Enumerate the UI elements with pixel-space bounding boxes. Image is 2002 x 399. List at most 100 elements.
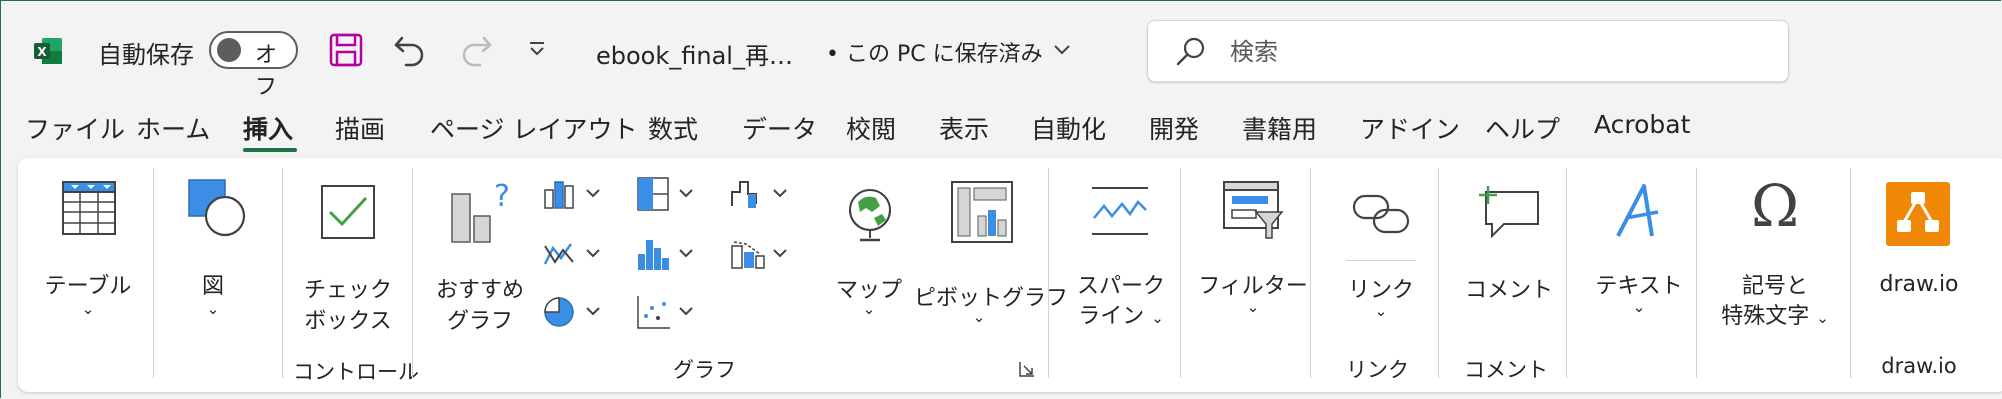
search-icon bbox=[1176, 37, 1205, 66]
filter-label: フィルター bbox=[1198, 274, 1308, 299]
tab-formulas[interactable]: 数式 bbox=[648, 110, 698, 146]
text-button[interactable]: テキスト ⌄ bbox=[1584, 170, 1694, 320]
file-name[interactable]: ebook_final_再… bbox=[596, 36, 793, 71]
tab-books[interactable]: 書籍用 bbox=[1242, 110, 1317, 146]
shapes-icon bbox=[188, 179, 246, 237]
autosave-label: 自動保存 bbox=[98, 41, 194, 69]
recommended-label-2: グラフ bbox=[446, 309, 513, 334]
slicer-icon bbox=[1223, 181, 1284, 239]
comment-label: コメント bbox=[1464, 278, 1553, 303]
redo-icon[interactable] bbox=[458, 32, 494, 68]
tab-addins[interactable]: アドイン bbox=[1360, 110, 1460, 146]
table-label: テーブル bbox=[44, 274, 132, 299]
recommended-charts-icon: ? bbox=[451, 180, 510, 243]
chevron-down-icon: ⌄ bbox=[1374, 302, 1388, 320]
combo-chart-button[interactable] bbox=[730, 236, 810, 276]
line-chart-button[interactable] bbox=[543, 236, 623, 276]
tab-page-layout[interactable]: ページ レイアウト bbox=[430, 110, 637, 146]
group-label-link: リンク bbox=[1346, 358, 1409, 382]
map-chart-button[interactable]: マップ ⌄ bbox=[824, 170, 914, 330]
tab-view[interactable]: 表示 bbox=[939, 110, 989, 146]
scatter-chart-button[interactable] bbox=[636, 294, 716, 334]
tab-file[interactable]: ファイル bbox=[25, 110, 125, 146]
excel-icon: X bbox=[34, 38, 62, 64]
chevron-down-icon: ⌄ bbox=[862, 300, 876, 318]
save-icon[interactable] bbox=[328, 32, 364, 68]
chevron-down-icon: ⌄ bbox=[1816, 309, 1829, 327]
dialog-launcher-icon[interactable] bbox=[1018, 360, 1036, 378]
tab-help[interactable]: ヘルプ bbox=[1485, 110, 1560, 146]
symbols-label-2: 特殊文字 ⌄ bbox=[1710, 298, 1840, 330]
treemap-icon bbox=[637, 177, 693, 211]
tab-data[interactable]: データ bbox=[742, 110, 817, 146]
comment-icon bbox=[1479, 186, 1539, 239]
svg-text:X: X bbox=[37, 45, 47, 59]
pie-chart-button[interactable] bbox=[543, 294, 623, 334]
link-divider bbox=[1346, 260, 1416, 261]
table-icon bbox=[62, 181, 116, 235]
group-separator bbox=[1048, 168, 1049, 378]
hierarchy-chart-button[interactable] bbox=[636, 176, 716, 216]
tab-automate[interactable]: 自動化 bbox=[1031, 110, 1106, 146]
symbols-label-text: 特殊文字 bbox=[1721, 304, 1810, 329]
tab-review[interactable]: 校閲 bbox=[846, 110, 896, 146]
chevron-down-icon: ⌄ bbox=[1632, 298, 1646, 316]
tab-home[interactable]: ホーム bbox=[136, 110, 210, 146]
symbols-button[interactable]: Ω 記号と 特殊文字 ⌄ bbox=[1710, 170, 1840, 330]
recommended-charts-button[interactable]: ? おすすめ グラフ bbox=[430, 170, 530, 334]
save-status[interactable]: • この PC に保存済み bbox=[826, 36, 1043, 68]
group-separator bbox=[1310, 168, 1311, 378]
chevron-down-icon: ⌄ bbox=[972, 308, 986, 326]
group-separator bbox=[412, 168, 413, 378]
chevron-down-icon: ⌄ bbox=[81, 300, 95, 318]
text-label: テキスト bbox=[1595, 274, 1683, 299]
group-separator bbox=[1696, 168, 1697, 378]
table-button[interactable]: テーブル ⌄ bbox=[38, 170, 138, 320]
checkbox-label-2: ボックス bbox=[304, 309, 392, 334]
pivot-chart-icon bbox=[951, 181, 1013, 243]
scatter-chart-icon bbox=[637, 296, 693, 329]
group-label-control: コントロール bbox=[293, 360, 419, 384]
tab-insert[interactable]: 挿入 bbox=[243, 110, 293, 146]
link-button[interactable]: リンク ⌄ bbox=[1326, 170, 1436, 330]
undo-icon[interactable] bbox=[392, 32, 428, 68]
line-chart-icon bbox=[543, 243, 600, 265]
pivot-chart-button[interactable]: ピボットグラフ ⌄ bbox=[914, 170, 1068, 330]
sparkline-button[interactable]: スパーク ライン ⌄ bbox=[1066, 170, 1176, 330]
sparkline-label-text: ライン bbox=[1078, 304, 1145, 329]
svg-text:?: ? bbox=[494, 180, 510, 214]
ribbon-tabs: ファイル ホーム 挿入 描画 ページ レイアウト 数式 データ 校閲 表示 自動… bbox=[0, 110, 2002, 155]
omega-icon: Ω bbox=[1750, 172, 1800, 240]
group-separator bbox=[282, 168, 283, 378]
toggle-knob bbox=[217, 38, 241, 62]
tab-draw[interactable]: 描画 bbox=[335, 110, 385, 146]
column-chart-icon bbox=[544, 181, 600, 209]
chevron-down-icon: ⌄ bbox=[206, 300, 220, 318]
waterfall-chart-button[interactable] bbox=[730, 176, 810, 216]
ribbon: テーブル ⌄ 図 ⌄ チェック ボックス コントロール ? おすすめ グラフ マ… bbox=[18, 158, 2002, 392]
drawio-button[interactable]: draw.io bbox=[1864, 170, 1974, 320]
search-box[interactable] bbox=[1147, 20, 1789, 82]
statistic-chart-button[interactable] bbox=[636, 236, 716, 276]
waterfall-icon bbox=[731, 181, 787, 208]
comment-button[interactable]: コメント bbox=[1454, 170, 1564, 320]
chevron-down-icon: ⌄ bbox=[1246, 298, 1260, 316]
symbols-label-1: 記号と bbox=[1741, 274, 1808, 299]
customize-quick-access-icon[interactable] bbox=[528, 40, 546, 58]
checkbox-label-1: チェック bbox=[303, 278, 392, 303]
sparkline-icon bbox=[1092, 187, 1148, 235]
autosave-toggle[interactable]: オフ bbox=[209, 31, 298, 100]
filter-button[interactable]: フィルター ⌄ bbox=[1198, 170, 1308, 320]
drawio-icon bbox=[1886, 182, 1950, 246]
column-chart-button[interactable] bbox=[543, 176, 623, 216]
tab-acrobat[interactable]: Acrobat bbox=[1594, 110, 1690, 139]
tab-developer[interactable]: 開発 bbox=[1149, 110, 1199, 146]
text-icon bbox=[1616, 184, 1659, 237]
chevron-down-icon[interactable] bbox=[1052, 42, 1072, 58]
search-input[interactable] bbox=[1228, 31, 1752, 73]
checkbox-button[interactable]: チェック ボックス bbox=[298, 170, 398, 334]
link-label: リンク bbox=[1347, 278, 1414, 303]
illustrations-button[interactable]: 図 ⌄ bbox=[168, 170, 258, 320]
group-label-chart: グラフ bbox=[673, 358, 736, 382]
title-bar: X 自動保存 オフ ebook_final_再… • この PC に保存済み bbox=[0, 0, 2002, 100]
